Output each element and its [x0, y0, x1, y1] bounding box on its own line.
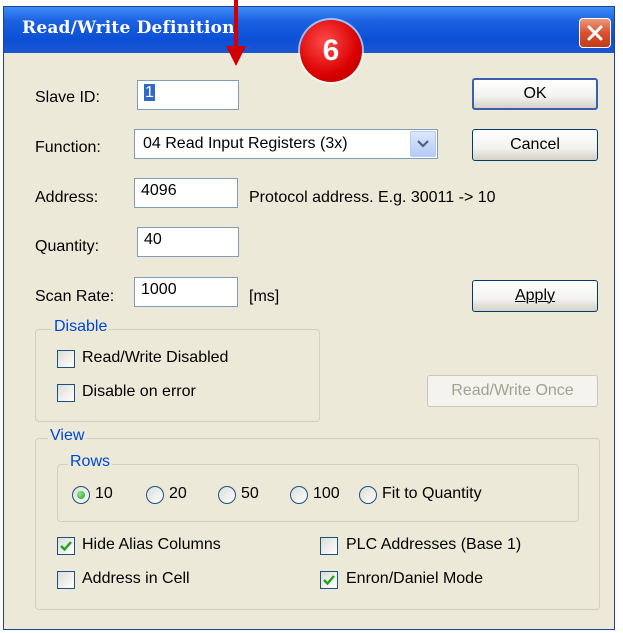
address-in-cell-checkbox[interactable] [57, 571, 75, 589]
rows-option-label: 50 [241, 485, 259, 502]
function-select[interactable]: 04 Read Input Registers (3x) [134, 129, 438, 159]
dialog-window: Read/Write Definition Slave ID: 1 Functi… [3, 6, 615, 630]
rows-option-label: 20 [169, 485, 187, 502]
rows-option-label: Fit to Quantity [382, 485, 482, 502]
close-button[interactable] [579, 18, 611, 48]
enron-daniel-mode-label: Enron/Daniel Mode [346, 570, 483, 587]
checkmark-icon [60, 541, 72, 552]
address-hint: Protocol address. E.g. 30011 -> 10 [249, 189, 496, 206]
function-label: Function: [35, 139, 101, 156]
ok-button[interactable]: OK [472, 78, 598, 110]
cancel-button[interactable]: Cancel [472, 129, 598, 161]
enron-daniel-mode-checkbox[interactable] [320, 571, 338, 589]
quantity-value: 40 [144, 231, 162, 248]
read-write-once-label: Read/Write Once [451, 382, 574, 399]
address-in-cell-label: Address in Cell [82, 570, 190, 587]
hide-alias-columns-label: Hide Alias Columns [82, 536, 221, 553]
plc-addresses-checkbox[interactable] [320, 537, 338, 555]
scan-rate-unit: [ms] [249, 288, 280, 305]
plc-addresses-label: PLC Addresses (Base 1) [346, 536, 522, 553]
address-input[interactable]: 4096 [134, 178, 238, 208]
ok-button-label: OK [523, 85, 547, 102]
slave-id-value: 1 [144, 84, 155, 101]
function-value: 04 Read Input Registers (3x) [143, 135, 348, 152]
chevron-down-icon [417, 140, 429, 148]
rows-radio-20[interactable] [146, 486, 164, 504]
rows-radio-50[interactable] [218, 486, 236, 504]
rows-option-label: 10 [95, 485, 113, 502]
quantity-label: Quantity: [35, 238, 100, 255]
view-group-title: View [48, 427, 87, 445]
close-icon [587, 25, 603, 41]
rows-radio-100[interactable] [290, 486, 308, 504]
read-write-once-button[interactable]: Read/Write Once [427, 375, 598, 407]
slave-id-label: Slave ID: [35, 89, 100, 106]
window-title: Read/Write Definition [22, 18, 235, 38]
scan-rate-value: 1000 [141, 281, 177, 298]
quantity-input[interactable]: 40 [137, 227, 239, 257]
rows-option-label: 100 [313, 485, 340, 502]
address-value: 4096 [141, 182, 177, 199]
disable-group-title: Disable [52, 318, 110, 336]
apply-button-label: Apply [514, 287, 556, 304]
read-write-disabled-checkbox[interactable] [57, 350, 75, 368]
hide-alias-columns-checkbox[interactable] [57, 537, 75, 555]
slave-id-input[interactable]: 1 [137, 80, 239, 110]
disable-on-error-label: Disable on error [82, 383, 196, 400]
annotation-badge: 6 [300, 20, 362, 82]
address-label: Address: [35, 189, 99, 206]
read-write-disabled-label: Read/Write Disabled [82, 349, 229, 366]
radio-selected-dot [77, 491, 85, 499]
rows-radio-10[interactable] [72, 486, 90, 504]
rows-radio-fit-to-quantity[interactable] [359, 486, 377, 504]
disable-on-error-checkbox[interactable] [57, 384, 75, 402]
cancel-button-label: Cancel [510, 136, 560, 153]
checkmark-icon [323, 575, 335, 586]
scan-rate-input[interactable]: 1000 [134, 277, 238, 307]
rows-group-title: Rows [68, 453, 113, 471]
disable-group: Disable [35, 318, 320, 422]
function-dropdown-button[interactable] [410, 131, 436, 157]
apply-button[interactable]: Apply [472, 280, 598, 312]
scan-rate-label: Scan Rate: [35, 288, 115, 305]
annotation-arrow-icon [226, 0, 246, 66]
